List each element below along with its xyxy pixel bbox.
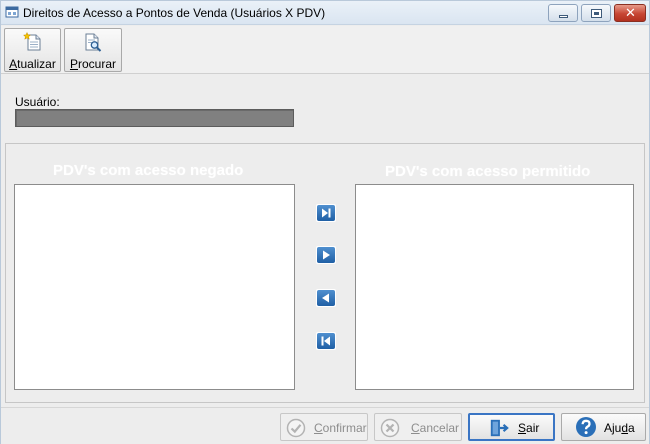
minimize-button[interactable] <box>548 4 578 22</box>
skip-forward-icon <box>322 208 331 218</box>
title-bar[interactable]: Direitos de Acesso a Pontos de Venda (Us… <box>1 1 649 25</box>
sair-label: Sair <box>518 421 540 435</box>
help-question-icon <box>576 417 596 437</box>
main-window: Direitos de Acesso a Pontos de Venda (Us… <box>0 0 650 444</box>
app-window-icon <box>5 6 19 18</box>
window-title: Direitos de Acesso a Pontos de Venda (Us… <box>23 6 326 20</box>
move-right-button[interactable] <box>316 246 336 264</box>
maximize-button[interactable] <box>581 4 611 22</box>
ajuda-label: Ajuda <box>604 421 635 435</box>
cancelar-button[interactable]: Cancelar <box>374 413 462 441</box>
move-all-left-button[interactable] <box>316 332 336 350</box>
play-left-icon <box>322 293 329 303</box>
skip-back-icon <box>321 336 330 346</box>
confirmar-label: Confirmar <box>314 421 367 435</box>
new-document-star-icon <box>22 32 40 51</box>
procurar-button[interactable]: Procurar <box>64 28 122 72</box>
allowed-pdv-list[interactable] <box>355 184 634 390</box>
atualizar-button[interactable]: Atualizar <box>4 28 61 72</box>
minimize-icon <box>559 15 568 18</box>
ajuda-button[interactable]: Ajuda <box>561 413 646 441</box>
cancel-circle-icon <box>380 418 400 438</box>
allowed-list-title: PDV's com acesso permitido <box>385 163 591 180</box>
close-icon: ✕ <box>625 6 636 21</box>
maximize-icon <box>591 9 602 18</box>
usuario-label: Usuário: <box>15 95 60 109</box>
cancelar-label: Cancelar <box>411 421 460 435</box>
document-search-icon <box>85 33 102 52</box>
denied-list-title: PDV's com acesso negado <box>53 162 244 179</box>
confirmar-button[interactable]: Confirmar <box>280 413 368 441</box>
play-right-icon <box>323 250 330 260</box>
toolbar: Atualizar Procurar <box>1 26 649 74</box>
checkmark-circle-icon <box>286 418 306 438</box>
close-button[interactable]: ✕ <box>614 4 646 22</box>
move-left-button[interactable] <box>316 289 336 307</box>
sair-button[interactable]: Sair <box>468 413 555 441</box>
usuario-field[interactable] <box>15 109 294 127</box>
denied-pdv-list[interactable] <box>14 184 295 390</box>
move-all-right-button[interactable] <box>316 204 336 222</box>
atualizar-label: Atualizar <box>9 57 56 71</box>
procurar-label: Procurar <box>69 57 117 71</box>
exit-door-icon <box>490 419 509 437</box>
